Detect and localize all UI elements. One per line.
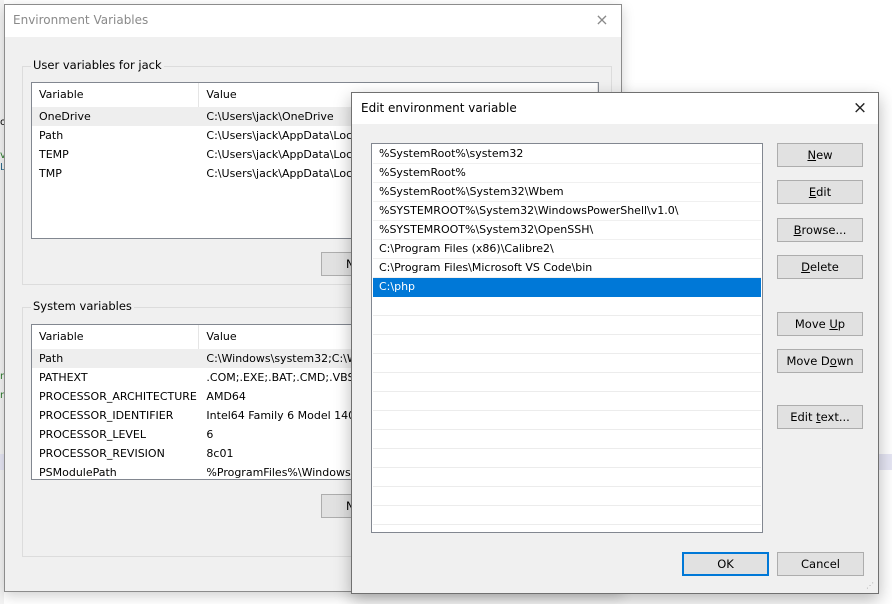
browse-button[interactable]: Browse...: [777, 218, 863, 242]
edit-environment-variable-dialog: Edit environment variable × %SystemRoot%…: [351, 92, 879, 594]
accelerator-key: N: [807, 148, 817, 162]
title-bar: Environment Variables ×: [5, 5, 621, 37]
empty-row[interactable]: [373, 506, 761, 525]
list-item[interactable]: %SystemRoot%\system32: [373, 145, 761, 164]
label-post: elete: [809, 260, 839, 274]
dialog-title: Edit environment variable: [361, 101, 517, 115]
group-label: User variables for jack: [31, 58, 164, 72]
variable-name: PROCESSOR_REVISION: [39, 447, 165, 460]
edit-button[interactable]: Edit: [777, 180, 863, 204]
label-post: wn: [836, 354, 854, 368]
label-pre: Edit: [790, 410, 817, 424]
path-list[interactable]: %SystemRoot%\system32 %SystemRoot% %Syst…: [371, 143, 763, 533]
resize-grip-icon[interactable]: ⋰: [866, 581, 876, 591]
move-up-button[interactable]: Move Up: [777, 312, 863, 336]
group-label: System variables: [31, 299, 134, 313]
empty-row[interactable]: [373, 354, 761, 373]
empty-row[interactable]: [373, 430, 761, 449]
empty-row[interactable]: [373, 392, 761, 411]
list-item-selected[interactable]: C:\php: [373, 278, 761, 297]
list-item[interactable]: %SystemRoot%: [373, 164, 761, 183]
list-item[interactable]: C:\Program Files\Microsoft VS Code\bin: [373, 259, 761, 278]
label-pre: Move D: [786, 354, 830, 368]
list-item[interactable]: C:\Program Files (x86)\Calibre2\: [373, 240, 761, 259]
variable-name: PROCESSOR_LEVEL: [39, 428, 147, 441]
empty-row[interactable]: [373, 468, 761, 487]
variable-name: PROCESSOR_ARCHITECTURE: [39, 390, 197, 403]
column-header-variable[interactable]: Variable: [32, 83, 200, 107]
label-post: ew: [816, 148, 833, 162]
variable-name: PROCESSOR_IDENTIFIER: [39, 409, 174, 422]
list-item[interactable]: %SystemRoot%\System32\Wbem: [373, 183, 761, 202]
variable-name: PSModulePath: [39, 466, 117, 479]
variable-name: Path: [39, 352, 64, 365]
variable-name: TEMP: [39, 148, 69, 161]
cancel-button[interactable]: Cancel: [777, 552, 864, 576]
edit-text-button[interactable]: Edit text...: [777, 405, 863, 429]
empty-row[interactable]: [373, 373, 761, 392]
variable-name: Path: [39, 129, 64, 142]
title-bar: Edit environment variable ×: [352, 93, 878, 124]
variable-name: OneDrive: [39, 110, 91, 123]
accelerator-key: o: [829, 354, 837, 368]
move-down-button[interactable]: Move Down: [777, 349, 863, 373]
empty-row[interactable]: [373, 449, 761, 468]
close-icon[interactable]: ×: [848, 97, 872, 119]
delete-button[interactable]: Delete: [777, 255, 863, 279]
ok-button[interactable]: OK: [682, 552, 769, 576]
empty-row[interactable]: [373, 316, 761, 335]
window-title: Environment Variables: [13, 13, 149, 27]
new-button[interactable]: New: [777, 143, 863, 167]
accelerator-key: U: [829, 317, 838, 331]
empty-row[interactable]: [373, 487, 761, 506]
accelerator-key: D: [801, 260, 810, 274]
label-pre: Move: [794, 317, 830, 331]
label-post: dit: [816, 185, 832, 199]
variable-name: TMP: [39, 167, 62, 180]
variable-name: PATHEXT: [39, 371, 88, 384]
label-post: ext...: [820, 410, 850, 424]
column-header-variable[interactable]: Variable: [32, 325, 200, 349]
label-post: rowse...: [801, 223, 847, 237]
close-icon[interactable]: ×: [591, 9, 613, 31]
empty-row[interactable]: [373, 411, 761, 430]
list-item[interactable]: %SYSTEMROOT%\System32\WindowsPowerShell\…: [373, 202, 761, 221]
list-item[interactable]: %SYSTEMROOT%\System32\OpenSSH\: [373, 221, 761, 240]
empty-row[interactable]: [373, 335, 761, 354]
label-post: p: [837, 317, 846, 331]
empty-row[interactable]: [373, 297, 761, 316]
